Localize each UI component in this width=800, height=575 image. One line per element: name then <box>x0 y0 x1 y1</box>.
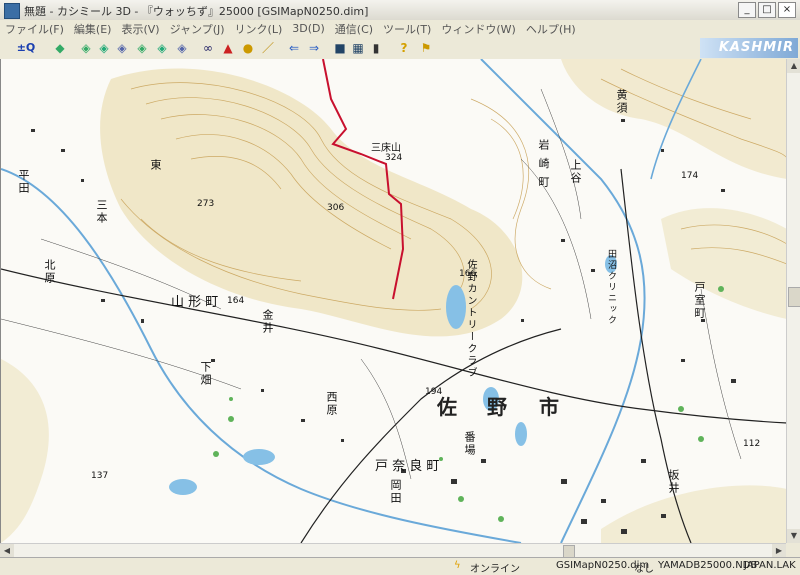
shimohata-label: 下畑 <box>199 361 212 387</box>
map-layer-icon-4[interactable]: ◈ <box>134 40 150 56</box>
mountain-icon[interactable]: ▲ <box>220 40 236 56</box>
spot-height: 166 <box>459 269 477 279</box>
spot-height: 164 <box>227 296 245 306</box>
menu-comm[interactable]: 通信(C) <box>330 21 378 37</box>
restore-button[interactable]: □ <box>758 2 776 18</box>
binoculars-icon[interactable]: ∞ <box>200 40 216 56</box>
gps-icon[interactable]: ▮ <box>368 40 384 56</box>
exit-icon[interactable]: ⚑ <box>418 40 434 56</box>
minimize-button[interactable]: _ <box>738 2 756 18</box>
spot-height: 306 <box>327 203 345 213</box>
brand-logo: KASHMIR 3D <box>700 38 798 75</box>
menu-link[interactable]: リンク(L) <box>230 21 288 37</box>
app-icon <box>4 3 20 19</box>
spot-height: 137 <box>91 471 109 481</box>
camera-icon[interactable]: ■ <box>332 40 348 56</box>
menu-tool[interactable]: ツール(T) <box>378 21 436 37</box>
kanai-label: 金井 <box>261 309 274 335</box>
online-status: オンライン <box>470 564 520 575</box>
sanbon-label: 三本 <box>95 199 108 225</box>
menu-jump[interactable]: ジャンプ(J) <box>165 21 230 37</box>
menu-help[interactable]: ヘルプ(H) <box>521 21 581 37</box>
city-label-no: 野 <box>487 395 507 419</box>
eraser-icon[interactable]: ◆ <box>52 40 68 56</box>
lak-status: JAPAN.LAK <box>744 560 796 571</box>
sakai-label: 坂井 <box>667 469 680 495</box>
nishihara-label: 西原 <box>325 391 338 417</box>
spot-height: 174 <box>681 171 699 181</box>
grid-icon[interactable]: ▦ <box>350 40 366 56</box>
db-status: YAMADB25000.NDB <box>658 560 758 571</box>
map-layer-icon-5[interactable]: ◈ <box>154 40 170 56</box>
menu-window[interactable]: ウィンドウ(W) <box>436 21 520 37</box>
status-bar: ϟ オンライン GSIMapN0250.dim なし YAMADB25000.N… <box>0 557 800 575</box>
ruler-icon[interactable]: ／ <box>260 40 276 56</box>
spot-height: 194 <box>425 387 443 397</box>
hotoke-town-label: 戸室町 <box>693 281 706 320</box>
map-layer-icon-6[interactable]: ◈ <box>174 40 190 56</box>
spot-height: 112 <box>743 439 761 449</box>
horizontal-scrollbar[interactable]: ◀ ▶ <box>0 543 786 558</box>
menu-bar: ファイル(F) 編集(E) 表示(V) ジャンプ(J) リンク(L) 3D(D)… <box>0 20 800 37</box>
lightning-icon: ϟ <box>454 560 461 571</box>
vertical-scrollbar[interactable]: ▲ ▼ <box>786 59 800 543</box>
iwasaki-town-label: 岩 崎 町 <box>537 139 550 189</box>
menu-file[interactable]: ファイル(F) <box>0 21 69 37</box>
none-status: なし <box>634 564 654 575</box>
forward-arrow-icon[interactable]: ⇒ <box>306 40 322 56</box>
kitahara-label: 北原 <box>43 259 56 285</box>
marker-icon[interactable]: ● <box>240 40 256 56</box>
scroll-left-icon[interactable]: ◀ <box>0 544 14 558</box>
vertical-scroll-thumb[interactable] <box>788 287 800 307</box>
map-layer-icon-2[interactable]: ◈ <box>96 40 112 56</box>
map-layer-icon-3[interactable]: ◈ <box>114 40 130 56</box>
map-view[interactable]: 佐 野 市 山 形 町 戸 奈 良 町 三床山 岩 崎 町 佐野カントリークラブ… <box>0 59 787 543</box>
menu-3d[interactable]: 3D(D) <box>287 22 330 35</box>
city-label-shi: 市 <box>539 395 559 419</box>
clinic-label: 田沼クリニック <box>606 249 616 326</box>
map-layer-icon[interactable]: ◈ <box>78 40 94 56</box>
window-title: 無題 - カシミール 3D - 『ウォッちず』25000 [GSIMapN025… <box>24 5 369 18</box>
banba-label: 番場 <box>463 431 476 457</box>
scroll-down-icon[interactable]: ▼ <box>787 529 800 543</box>
title-bar: 無題 - カシミール 3D - 『ウォッちず』25000 [GSIMapN025… <box>0 0 800 21</box>
okada-label: 岡田 <box>389 479 402 505</box>
yamagata-town-label: 山 形 町 <box>171 295 219 310</box>
spot-height: 324 <box>385 153 403 163</box>
mikamo-yama-label: 三床山 <box>371 143 401 154</box>
scroll-up-icon[interactable]: ▲ <box>787 59 800 73</box>
help-icon[interactable]: ? <box>396 40 412 56</box>
scroll-right-icon[interactable]: ▶ <box>772 544 786 558</box>
back-arrow-icon[interactable]: ⇐ <box>286 40 302 56</box>
menu-view[interactable]: 表示(V) <box>116 21 164 37</box>
spot-height: 273 <box>197 199 215 209</box>
menu-edit[interactable]: 編集(E) <box>69 21 117 37</box>
close-button[interactable]: × <box>778 2 796 18</box>
todoroki-town-label: 戸 奈 良 町 <box>375 459 440 474</box>
higashi-label: 東 <box>149 159 162 172</box>
zoom-icon[interactable]: ±Q <box>14 40 38 56</box>
toolbar: ±Q ◆ ◈ ◈ ◈ ◈ ◈ ◈ ∞ ▲ ● ／ ⇐ ⇒ ■ ▦ ▮ ? ⚑ <box>0 37 800 60</box>
kisu-label: 黄須 <box>615 89 628 115</box>
kamiya-label: 上谷 <box>569 159 582 185</box>
hirata-label: 平田 <box>17 169 30 195</box>
